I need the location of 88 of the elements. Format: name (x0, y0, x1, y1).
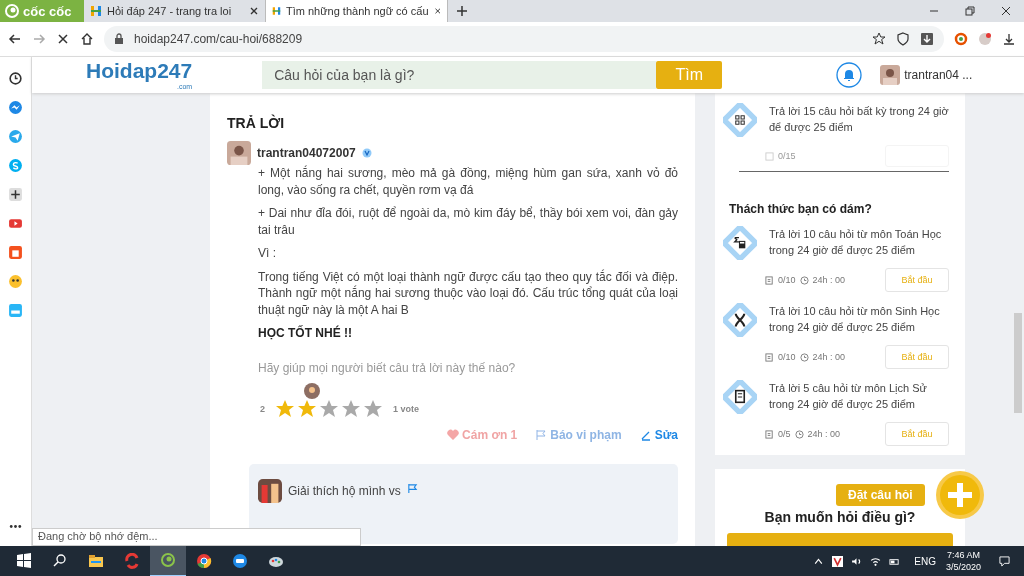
rating-prompt: Hãy giúp mọi người biết câu trả lời này thế nào? (258, 359, 517, 376)
flag-icon (535, 429, 548, 442)
challenge-text: Trả lời 5 câu hỏi từ môn Lịch Sử trong 24 giờ để được 25 điểm (769, 381, 928, 412)
shield-icon[interactable] (896, 32, 910, 46)
challenge-text: Trả lời 15 câu hỏi bất kỳ trong 24 giờ để được 25 điểm (769, 104, 949, 135)
extension-icon[interactable] (954, 32, 968, 46)
answer-paragraph: Vì : (258, 245, 277, 262)
star-icon[interactable] (319, 399, 339, 419)
heart-icon (447, 429, 460, 442)
badge-icon (361, 148, 372, 158)
star-icon[interactable] (341, 399, 361, 419)
avatar-icon (227, 141, 251, 165)
answer-closing: HỌC TỐT NHÉ !! (258, 325, 353, 342)
lock-icon (114, 33, 124, 45)
messenger-icon[interactable] (8, 100, 23, 115)
user-menu[interactable]: trantran04 ... (904, 68, 973, 82)
wifi-icon[interactable] (870, 555, 882, 567)
challenge-time: 24h : 00 (812, 352, 846, 362)
challenge-text: Trả lời 10 câu hỏi từ môn Toán Học trong 24 giờ để được 25 điểm (769, 227, 943, 258)
shopping-bag-icon[interactable] (8, 245, 23, 260)
clock-date[interactable]: 3/5/2020 (945, 561, 981, 573)
answer-paragraph: Trong tiếng Việt có một loại thành ngữ được cấu tạo theo quy tắc đối và điệp. Thành ngữ một nắng hai sương thuộc vào loại đó. Cấu trúc tổng quát của loại thuật ngữ này là một A hai B (258, 268, 678, 318)
home-icon[interactable] (80, 32, 94, 46)
volume-icon[interactable] (851, 555, 863, 567)
browser-icon[interactable] (150, 545, 186, 576)
address-bar[interactable]: hoidap247.com/cau-hoi/688209 (104, 26, 944, 52)
close-icon[interactable] (433, 6, 441, 16)
task-icon (765, 275, 774, 285)
answer-paragraph: + Một nắng hai sương, mèo mả gà đồng, miệng hùm gan sứa, xanh vỏ đỏ long, vào sống ra chết, quyền rơm vạ đá (258, 165, 678, 198)
notification-icon[interactable] (999, 555, 1010, 567)
challenge-time: 24h : 00 (807, 429, 841, 439)
avatar-icon (258, 478, 282, 503)
download-icon[interactable] (920, 32, 934, 46)
clock-icon (799, 352, 809, 362)
dna-icon (723, 303, 757, 337)
youtube-icon[interactable] (8, 216, 23, 231)
comment-text: Giải thích hộ mình vs (288, 482, 401, 500)
rating-value: 2 (260, 402, 265, 416)
pencil-icon (639, 429, 652, 442)
close-icon[interactable] (1000, 5, 1012, 17)
grid-icon (723, 103, 757, 137)
vote-count: 1 vote (393, 402, 420, 416)
browser-logo-icon (4, 3, 20, 19)
scroll-icon (723, 380, 757, 414)
telegram-icon[interactable] (8, 129, 23, 144)
clock-icon (794, 429, 804, 439)
answer-paragraph: + Dai như đỉa đói, ruột để ngoài da, mò kim đáy bể, thầy bói xem voi, đàn gảy tai trâu (258, 205, 678, 238)
stop-icon[interactable] (56, 32, 70, 46)
bell-icon[interactable] (836, 62, 863, 88)
site-favicon (272, 5, 281, 17)
star-icon[interactable] (872, 32, 886, 46)
search-field[interactable]: Câu hỏi của bạn là gì? (262, 61, 657, 89)
avatar-icon (304, 383, 320, 399)
star-rating[interactable] (275, 399, 383, 419)
task-icon (765, 151, 774, 161)
site-favicon (90, 5, 102, 17)
close-icon[interactable] (249, 6, 259, 16)
download-icon[interactable] (1002, 32, 1016, 46)
browser-tab[interactable]: Tìm những thành ngữ có cấu (266, 0, 448, 22)
task-icon (765, 352, 774, 362)
calculator-icon (723, 226, 757, 260)
antivirus-icon[interactable] (832, 555, 844, 567)
extension-icon[interactable] (978, 32, 992, 46)
back-icon[interactable] (8, 32, 22, 46)
flag-icon[interactable] (406, 482, 418, 494)
challenge-heading: Thách thức bạn có dám? (729, 202, 873, 216)
star-icon[interactable] (275, 399, 295, 419)
history-icon[interactable] (8, 71, 23, 86)
answer-heading: TRẢ LỜI (227, 115, 286, 131)
restore-icon[interactable] (964, 5, 976, 17)
chevron-up-icon[interactable] (813, 555, 825, 567)
star-icon[interactable] (297, 399, 317, 419)
add-icon[interactable] (8, 187, 23, 202)
clock-time[interactable]: 7:46 AM (946, 549, 980, 561)
language-indicator[interactable]: ENG (914, 555, 936, 567)
game-icon[interactable] (8, 274, 23, 289)
task-icon (765, 429, 774, 439)
ask-heading: Bạn muốn hỏi điều gì? (764, 509, 916, 525)
action-link[interactable]: Sửa (639, 427, 678, 444)
browser-brand: cốc cốc (23, 3, 72, 19)
challenge-text: Trả lời 10 câu hỏi từ môn Sinh Học trong 24 giờ để được 25 điểm (769, 304, 941, 335)
status-popup: Đang chờ bộ nhớ đệm... (32, 528, 361, 546)
challenge-time: 24h : 00 (812, 275, 846, 285)
author-name[interactable]: trantran04072007 (257, 146, 356, 160)
avatar-icon[interactable] (880, 65, 901, 85)
clock-icon (799, 275, 809, 285)
new-tab-icon[interactable] (456, 5, 468, 17)
star-icon[interactable] (363, 399, 383, 419)
